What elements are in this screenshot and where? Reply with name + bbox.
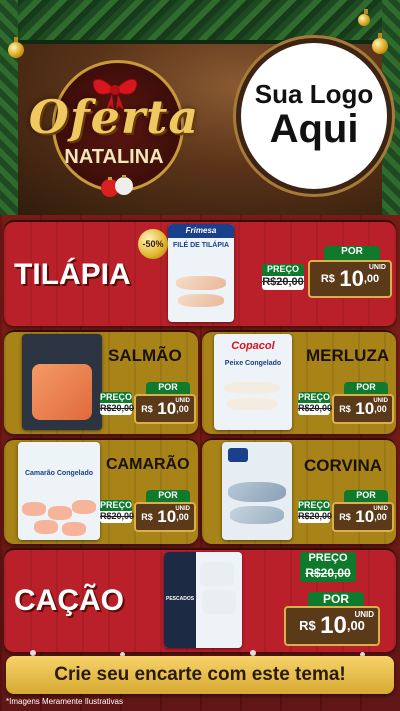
por-label: POR <box>344 490 388 502</box>
por-label: POR <box>308 592 364 606</box>
preco-label: PREÇO <box>100 392 133 403</box>
product-name: SALMÃO <box>108 346 182 365</box>
disclaimer-text: *Imagens Meramente Ilustrativas <box>6 697 123 706</box>
price-integer: 10 <box>355 507 375 526</box>
new-price: R$ 10,00 UNID <box>134 394 196 424</box>
unit-label: UNID <box>175 506 190 512</box>
package-label: Peixe Congelado <box>224 360 282 367</box>
product-package: Copacol Peixe Congelado <box>214 334 292 430</box>
old-price: R$20,00 <box>262 276 304 290</box>
unit-label: UNID <box>373 506 388 512</box>
price-cents: ,00 <box>374 404 387 414</box>
product-card-corvina: CORVINA PREÇO R$20,00 POR R$ 10,00 UNID <box>202 438 396 544</box>
cta-banner: Crie seu encarte com este tema! <box>6 656 394 694</box>
price-integer: 10 <box>320 612 347 639</box>
new-price: R$ 10,00 UNID <box>308 260 392 298</box>
ornament-icon <box>358 9 370 26</box>
package-label: PESCADOS <box>166 596 195 602</box>
price-cents: ,00 <box>346 618 365 633</box>
store-logo-placeholder: Sua Logo Aqui <box>236 38 392 194</box>
unit-label: UNID <box>175 398 190 404</box>
price-tag: PREÇO R$20,00 POR R$ 10,00 UNID <box>100 490 196 540</box>
preco-label: PREÇO <box>300 552 356 566</box>
package-brand: Frimesa <box>185 226 217 235</box>
currency: R$ <box>141 512 153 522</box>
package-brand: Copacol <box>231 340 275 352</box>
ornament-icon <box>8 37 24 58</box>
price-integer: 10 <box>339 266 364 291</box>
new-price: R$ 10,00 UNID <box>134 502 196 532</box>
product-name: CORVINA <box>304 456 383 475</box>
currency: R$ <box>299 618 316 633</box>
logo-line-1: Sua Logo <box>254 79 374 109</box>
product-package <box>222 442 292 540</box>
por-label: POR <box>324 246 380 260</box>
price-integer: 10 <box>157 399 177 418</box>
old-price: R$20,00 <box>100 403 135 415</box>
price-cents: ,00 <box>363 273 380 285</box>
product-package <box>22 334 102 430</box>
product-package: PESCADOS <box>164 552 242 648</box>
currency: R$ <box>141 404 153 414</box>
product-card-camarao: CAMARÃO Camarão Congelado PREÇO R$20,00 … <box>4 438 198 544</box>
price-tag: PREÇO R$20,00 POR R$ 10,00 UNID <box>298 490 394 540</box>
preco-label: PREÇO <box>100 500 133 511</box>
new-price: R$ 10,00 UNID <box>332 394 394 424</box>
old-price: R$20,00 <box>100 511 135 523</box>
product-card-salmao: SALMÃO PREÇO R$20,00 POR R$ 10,00 UNID <box>4 330 198 434</box>
product-package: Frimesa FILÉ DE TILÁPIA <box>168 224 234 322</box>
discount-badge: -50% <box>138 229 168 259</box>
por-label: POR <box>344 382 388 394</box>
price-tag: PREÇO R$20,00 POR R$ 10,00 UNID <box>280 552 390 648</box>
christmas-balls-icon <box>101 175 133 197</box>
seal-subtitle: NATALINA <box>64 146 164 168</box>
por-label: POR <box>146 382 190 394</box>
garland-top <box>0 0 400 44</box>
price-tag: PREÇO R$20,00 POR R$ 10,00 UNID <box>100 382 196 432</box>
product-name: MERLUZA <box>306 346 390 365</box>
old-price: R$20,00 <box>300 566 356 582</box>
product-card-tilapia: TILÁPIA Frimesa FILÉ DE TILÁPIA PREÇO R$… <box>4 220 396 326</box>
ornament-icon <box>372 33 388 54</box>
product-name: CAÇÃO <box>14 584 124 617</box>
unit-label: UNID <box>373 398 388 404</box>
new-price: R$ 10,00 UNID <box>332 502 394 532</box>
garland-left <box>0 0 18 215</box>
price-cents: ,00 <box>374 512 387 522</box>
product-card-cacao: CAÇÃO PESCADOS PREÇO R$20,00 POR R$ 10,0… <box>4 548 396 652</box>
logo-line-2: Aqui <box>269 107 359 151</box>
package-label: Camarão Congelado <box>24 470 94 477</box>
price-tag: PREÇO R$20,00 POR R$ 10,00 UNID <box>298 382 394 432</box>
preco-label: PREÇO <box>262 264 304 276</box>
currency: R$ <box>339 512 351 522</box>
oferta-natalina-seal: Oferta NATALINA <box>24 52 204 202</box>
price-integer: 10 <box>157 507 177 526</box>
old-price: R$20,00 <box>298 511 333 523</box>
new-price: R$ 10,00 UNID <box>284 606 380 646</box>
unit-label: UNID <box>368 264 386 271</box>
seal-title: Oferta <box>28 90 200 144</box>
unit-label: UNID <box>354 610 374 619</box>
product-package: Camarão Congelado <box>18 442 100 540</box>
old-price: R$20,00 <box>298 403 333 415</box>
package-label: FILÉ DE TILÁPIA <box>173 242 229 249</box>
currency: R$ <box>320 273 335 285</box>
product-name: TILÁPIA <box>14 258 131 291</box>
price-cents: ,00 <box>176 404 189 414</box>
por-label: POR <box>146 490 190 502</box>
product-card-merluza: MERLUZA Copacol Peixe Congelado PREÇO R$… <box>202 330 396 434</box>
price-tag: PREÇO R$20,00 POR R$ 10,00 UNID <box>262 246 392 306</box>
preco-label: PREÇO <box>298 500 331 511</box>
product-name: CAMARÃO <box>106 456 190 473</box>
currency: R$ <box>339 404 351 414</box>
flyer: Oferta NATALINA Sua Logo Aqui TILÁPIA Fr… <box>0 0 400 711</box>
price-integer: 10 <box>355 399 375 418</box>
price-cents: ,00 <box>176 512 189 522</box>
header-banner: Oferta NATALINA Sua Logo Aqui <box>0 0 400 215</box>
preco-label: PREÇO <box>298 392 331 403</box>
